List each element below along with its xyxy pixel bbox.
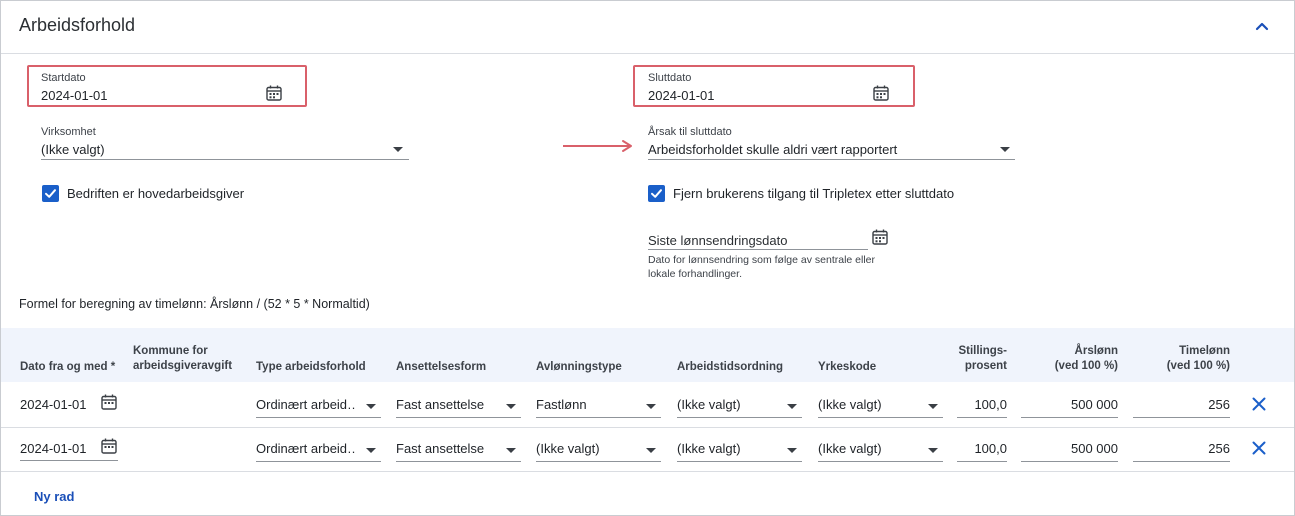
row-avlonning-select[interactable]: Fastlønn: [536, 397, 636, 412]
fjern-tilgang-label[interactable]: Fjern brukerens tilgang til Tripletex et…: [673, 186, 954, 201]
header-ansettelsesform: Ansettelsesform: [396, 361, 487, 373]
virksomhet-underline: [41, 159, 409, 160]
chevron-down-icon[interactable]: [366, 404, 376, 409]
header-arslonn-1: Årslønn: [1074, 345, 1118, 357]
row-ansettelsesform-underline: [396, 417, 521, 418]
header-arbeidstid: Arbeidstidsordning: [677, 361, 784, 373]
virksomhet-label: Virksomhet: [41, 126, 96, 138]
row-arbeidstid-underline: [677, 461, 802, 462]
row-timelonn-underline: [1133, 461, 1230, 462]
row-arbeidstid-underline: [677, 417, 802, 418]
row-stilling-underline: [957, 417, 1007, 418]
row-avlonning-select[interactable]: (Ikke valgt): [536, 441, 636, 456]
section-title: Arbeidsforhold: [19, 15, 136, 35]
row-type-underline: [256, 461, 381, 462]
arsak-underline: [648, 159, 1015, 160]
new-row-button[interactable]: Ny rad: [34, 489, 74, 504]
row-yrkeskode-select[interactable]: (Ikke valgt): [818, 397, 918, 412]
header-yrkeskode: Yrkeskode: [818, 361, 877, 373]
header-kommune-1: Kommune for: [133, 345, 208, 357]
header-stilling-2: prosent: [964, 360, 1007, 372]
startdato-input[interactable]: 2024-01-01: [41, 88, 108, 103]
checkmark-icon: [45, 189, 56, 198]
arsak-select[interactable]: Arbeidsforholdet skulle aldri vært rappo…: [648, 142, 897, 157]
checkmark-icon: [651, 189, 662, 198]
row-yrkeskode-underline: [818, 461, 943, 462]
chevron-up-icon[interactable]: [1251, 16, 1273, 38]
close-icon[interactable]: [1251, 440, 1267, 456]
section-header[interactable]: Arbeidsforhold: [1, 1, 1294, 54]
arbeidsforhold-panel: Arbeidsforhold Startdato 2024-01-01 Slut…: [0, 0, 1295, 516]
calendar-icon[interactable]: [872, 84, 890, 102]
hovedarbeidsgiver-label[interactable]: Bedriften er hovedarbeidsgiver: [67, 186, 244, 201]
chevron-down-icon[interactable]: [393, 147, 403, 152]
virksomhet-select[interactable]: (Ikke valgt): [41, 142, 105, 157]
table-row: 2024-01-01 Ordinært arbeid… Fast ansette…: [1, 427, 1294, 472]
row-ansettelsesform-select[interactable]: Fast ansettelse: [396, 397, 496, 412]
row-timelonn-underline: [1133, 417, 1230, 418]
row-timelonn-input[interactable]: 256: [1133, 397, 1230, 412]
formula-text: Formel for beregning av timelønn: Årsløn…: [19, 297, 370, 311]
calendar-icon[interactable]: [100, 437, 118, 455]
row-arbeidstid-select[interactable]: (Ikke valgt): [677, 397, 777, 412]
header-arslonn-2: (ved 100 %): [1054, 360, 1118, 372]
row-stilling-input[interactable]: 100,0: [957, 397, 1007, 412]
row-timelonn-input[interactable]: 256: [1133, 441, 1230, 456]
row-avlonning-underline: [536, 461, 661, 462]
header-type: Type arbeidsforhold: [256, 361, 366, 373]
row-dato-underline: [20, 460, 118, 461]
fjern-tilgang-checkbox[interactable]: [648, 185, 665, 202]
lonnsendring-input[interactable]: Siste lønnsendringsdato: [648, 233, 787, 248]
header-timelonn-2: (ved 100 %): [1166, 360, 1230, 372]
chevron-down-icon[interactable]: [1000, 147, 1010, 152]
row-arslonn-input[interactable]: 500 000: [1021, 441, 1118, 456]
header-stilling-1: Stillings-: [958, 345, 1007, 357]
startdato-label: Startdato: [41, 72, 86, 84]
row-avlonning-underline: [536, 417, 661, 418]
chevron-down-icon[interactable]: [506, 404, 516, 409]
chevron-down-icon[interactable]: [506, 448, 516, 453]
hovedarbeidsgiver-checkbox[interactable]: [42, 185, 59, 202]
close-icon[interactable]: [1251, 396, 1267, 412]
lonnsendring-help: Dato for lønnsendring som følge av sentr…: [648, 254, 876, 280]
table-header: Dato fra og med * Kommune for arbeidsgiv…: [1, 328, 1294, 382]
chevron-down-icon[interactable]: [787, 448, 797, 453]
chevron-down-icon[interactable]: [646, 448, 656, 453]
header-dato: Dato fra og med *: [20, 361, 116, 373]
chevron-down-icon[interactable]: [928, 404, 938, 409]
table-row: 2024-01-01 Ordinært arbeid… Fast ansette…: [1, 382, 1294, 427]
chevron-down-icon[interactable]: [646, 404, 656, 409]
lonnsendring-underline: [648, 249, 868, 250]
sluttdato-label: Sluttdato: [648, 72, 692, 84]
row-yrkeskode-select[interactable]: (Ikke valgt): [818, 441, 918, 456]
calendar-icon[interactable]: [871, 228, 889, 246]
header-avlonning: Avlønningstype: [536, 361, 622, 373]
row-type-select[interactable]: Ordinært arbeid…: [256, 441, 356, 456]
arrow-right-icon: [563, 140, 632, 152]
row-yrkeskode-underline: [818, 417, 943, 418]
arsak-label: Årsak til sluttdato: [648, 126, 732, 138]
row-arslonn-underline: [1021, 461, 1118, 462]
row-stilling-underline: [957, 461, 1007, 462]
row-arslonn-input[interactable]: 500 000: [1021, 397, 1118, 412]
calendar-icon[interactable]: [265, 84, 283, 102]
chevron-down-icon[interactable]: [787, 404, 797, 409]
calendar-icon[interactable]: [100, 393, 118, 411]
row-dato[interactable]: 2024-01-01: [20, 441, 87, 456]
row-divider: [1, 471, 1294, 472]
row-ansettelsesform-underline: [396, 461, 521, 462]
chevron-down-icon[interactable]: [366, 448, 376, 453]
row-arbeidstid-select[interactable]: (Ikke valgt): [677, 441, 777, 456]
row-dato[interactable]: 2024-01-01: [20, 397, 87, 412]
sluttdato-input[interactable]: 2024-01-01: [648, 88, 715, 103]
chevron-down-icon[interactable]: [928, 448, 938, 453]
row-type-select[interactable]: Ordinært arbeid…: [256, 397, 356, 412]
row-arslonn-underline: [1021, 417, 1118, 418]
row-ansettelsesform-select[interactable]: Fast ansettelse: [396, 441, 496, 456]
header-kommune-2: arbeidsgiveravgift: [133, 360, 233, 372]
row-type-underline: [256, 417, 381, 418]
row-stilling-input[interactable]: 100,0: [957, 441, 1007, 456]
header-timelonn-1: Timelønn: [1179, 345, 1230, 357]
